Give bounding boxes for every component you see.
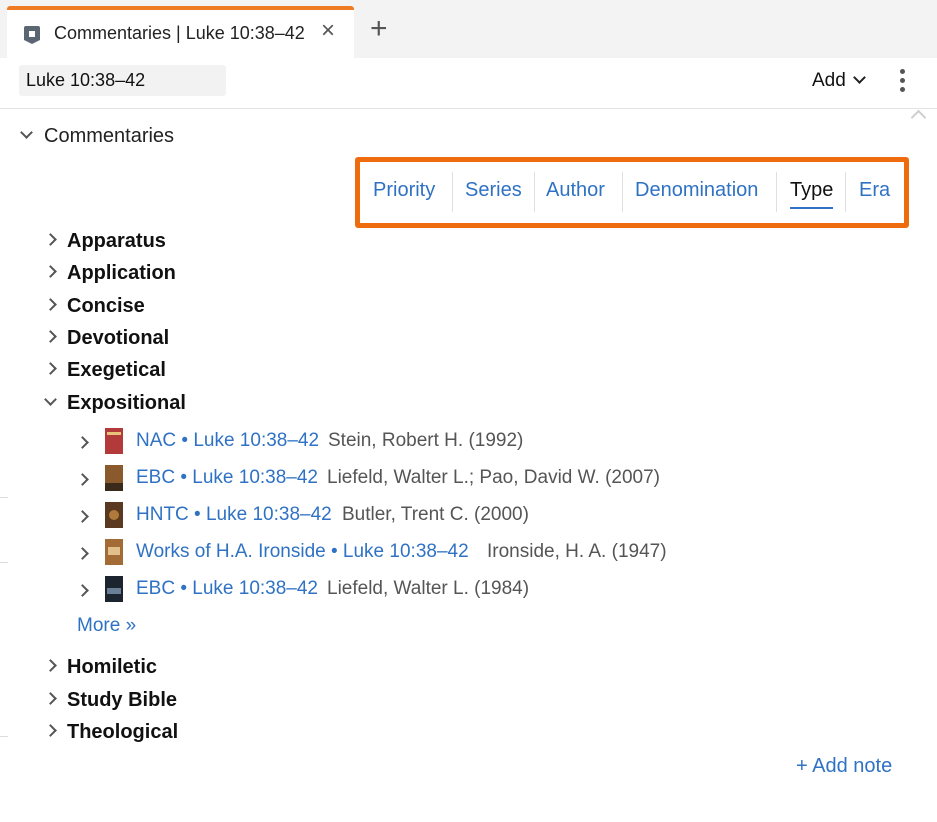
divider: [845, 172, 846, 212]
toolbar: Luke 10:38–42 Add: [0, 58, 937, 109]
sort-era[interactable]: Era: [859, 179, 890, 202]
chevron-right-icon: [44, 692, 57, 705]
resource-meta: Liefeld, Walter L.; Pao, David W. (2007): [327, 467, 661, 488]
sort-denomination[interactable]: Denomination: [635, 179, 758, 202]
category-label: Study Bible: [67, 689, 178, 711]
divider: [776, 172, 777, 212]
book-cover-icon: [105, 465, 123, 491]
sort-author[interactable]: Author: [546, 179, 605, 202]
category-label: Concise: [67, 295, 145, 317]
book-cover-icon: [105, 428, 123, 454]
resource-meta: Butler, Trent C. (2000): [342, 504, 529, 525]
chevron-down-icon: [44, 393, 57, 406]
resource-meta: Stein, Robert H. (1992): [328, 430, 524, 451]
category-label: Theological: [67, 721, 179, 743]
chevron-right-icon[interactable]: [76, 584, 89, 597]
chevron-down-icon: [20, 126, 33, 139]
category-study-bible[interactable]: Study Bible: [44, 689, 178, 712]
category-label: Application: [67, 262, 176, 284]
resource-meta: Liefeld, Walter L. (1984): [327, 578, 530, 599]
category-devotional[interactable]: Devotional: [44, 327, 170, 350]
chevron-right-icon: [44, 724, 57, 737]
more-options-icon[interactable]: [897, 69, 907, 95]
category-expositional[interactable]: Expositional: [44, 392, 186, 415]
sort-options: Priority Series Author Denomination Type…: [355, 157, 909, 228]
chevron-right-icon[interactable]: [76, 436, 89, 449]
divider: [0, 736, 8, 737]
chevron-down-icon: [852, 71, 866, 84]
add-label: Add: [812, 70, 846, 91]
chevron-right-icon[interactable]: [76, 473, 89, 486]
add-note-button[interactable]: + Add note: [796, 755, 892, 778]
reference-input[interactable]: Luke 10:38–42: [19, 65, 226, 96]
add-button[interactable]: Add: [812, 70, 866, 92]
tab-commentaries[interactable]: Commentaries | Luke 10:38–42 ×: [7, 6, 354, 58]
chevron-right-icon: [44, 233, 57, 246]
category-label: Exegetical: [67, 359, 166, 381]
commentaries-section-toggle[interactable]: Commentaries: [20, 125, 175, 148]
sort-priority[interactable]: Priority: [373, 179, 435, 202]
resource-link[interactable]: EBC • Luke 10:38–42: [136, 467, 318, 489]
resource-link[interactable]: NAC • Luke 10:38–42: [136, 430, 319, 452]
category-label: Apparatus: [67, 230, 166, 252]
divider: [0, 562, 8, 563]
chevron-right-icon[interactable]: [76, 510, 89, 523]
category-exegetical[interactable]: Exegetical: [44, 359, 166, 382]
category-label: Homiletic: [67, 656, 158, 678]
resource-link[interactable]: Works of H.A. Ironside • Luke 10:38–42: [136, 541, 469, 563]
book-cover-icon: [105, 539, 123, 565]
chevron-right-icon: [44, 265, 57, 278]
sort-type[interactable]: Type: [790, 179, 834, 209]
chevron-right-icon: [44, 362, 57, 375]
chevron-right-icon: [44, 330, 57, 343]
category-apparatus[interactable]: Apparatus: [44, 230, 166, 253]
resource-meta: Ironside, H. A. (1947): [487, 541, 667, 562]
divider: [622, 172, 623, 212]
tab-bar: Commentaries | Luke 10:38–42 × +: [0, 0, 937, 58]
category-label: Expositional: [67, 392, 186, 414]
tab-title: Commentaries | Luke 10:38–42: [54, 23, 305, 43]
book-cover-icon: [105, 576, 123, 602]
category-theological[interactable]: Theological: [44, 721, 179, 744]
more-link[interactable]: More »: [77, 615, 136, 637]
category-homiletic[interactable]: Homiletic: [44, 656, 158, 679]
section-title: Commentaries: [44, 125, 175, 147]
category-concise[interactable]: Concise: [44, 295, 145, 318]
sort-series[interactable]: Series: [465, 179, 522, 202]
close-icon[interactable]: ×: [321, 19, 335, 43]
chevron-right-icon: [44, 659, 57, 672]
category-application[interactable]: Application: [44, 262, 176, 285]
resource-link[interactable]: HNTC • Luke 10:38–42: [136, 504, 332, 526]
book-cover-icon: [105, 502, 123, 528]
chevron-right-icon: [44, 298, 57, 311]
scroll-up-icon[interactable]: [910, 109, 927, 126]
resource-link[interactable]: EBC • Luke 10:38–42: [136, 578, 318, 600]
divider: [0, 497, 8, 498]
category-label: Devotional: [67, 327, 170, 349]
commentary-icon: [24, 26, 40, 44]
chevron-right-icon[interactable]: [76, 547, 89, 560]
divider: [452, 172, 453, 212]
new-tab-button[interactable]: +: [370, 14, 388, 44]
divider: [534, 172, 535, 212]
